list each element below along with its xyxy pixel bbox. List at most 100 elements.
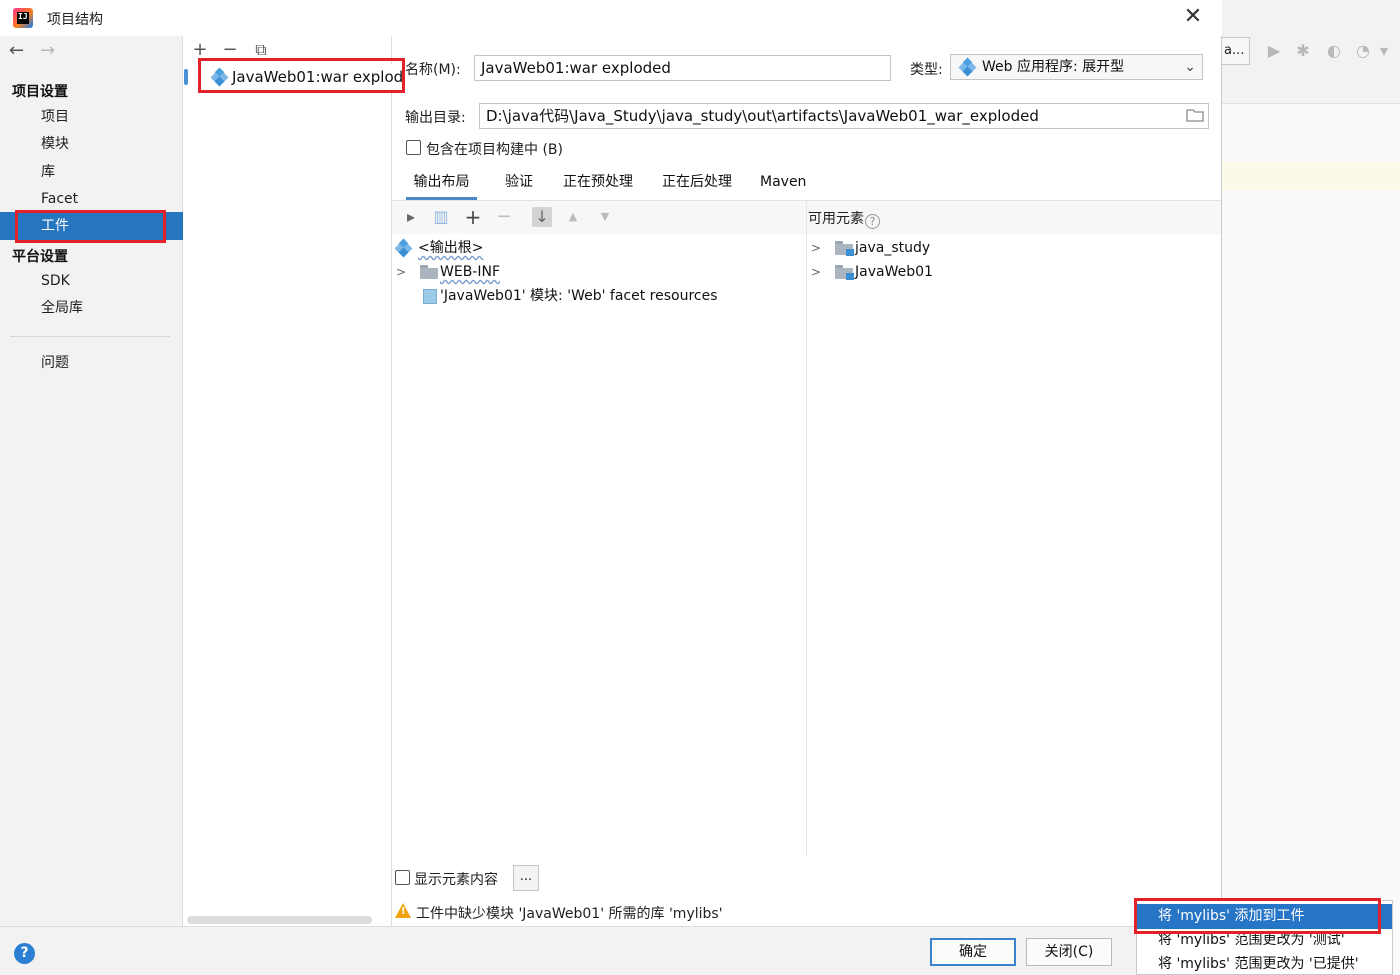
chevron-right-icon[interactable]: >	[811, 261, 821, 283]
sidebar-item-facets[interactable]: Facet	[0, 185, 183, 213]
create-archive-icon[interactable]: ▥	[431, 207, 451, 227]
module-folder-icon	[835, 241, 854, 256]
project-structure-dialog: IJ 项目结构 ✕ ← → 项目设置 项目 模块 库 Facet 工件 平台设置…	[0, 0, 1222, 975]
artifact-list-item[interactable]: JavaWeb01:war explod	[183, 64, 403, 90]
forward-arrow-icon[interactable]: →	[40, 40, 55, 61]
available-item-label: java_study	[855, 240, 931, 256]
menu-item-add-library-to-artifact[interactable]: 将 'mylibs' 添加到工件	[1137, 904, 1392, 929]
sidebar-item-sdk[interactable]: SDK	[0, 267, 183, 295]
add-copy-icon[interactable]: +	[463, 207, 483, 227]
selection-indicator	[184, 69, 188, 85]
sidebar-item-project[interactable]: 项目	[0, 103, 183, 131]
move-up-icon[interactable]: ▲	[563, 207, 583, 227]
artifact-settings-panel: 名称(M): JavaWeb01:war exploded 类型: Web 应用…	[392, 36, 1221, 926]
copy-artifact-icon[interactable]: ⧉	[251, 40, 271, 60]
create-directory-icon[interactable]: ▸	[401, 207, 421, 227]
include-in-build-checkbox[interactable]	[406, 140, 421, 155]
output-root-icon	[394, 238, 413, 258]
section-platform-settings: 平台设置	[12, 249, 68, 265]
artifact-icon	[210, 67, 229, 87]
add-artifact-icon[interactable]: +	[190, 40, 210, 60]
sidebar-divider	[10, 336, 170, 337]
output-layout-area: ▸ ▥ + − ↓ ▲ ▼ 可用元素? <输出根> > WEB-INF 'Jav…	[392, 200, 1221, 857]
sidebar-item-global-libraries[interactable]: 全局库	[0, 294, 183, 322]
background-editor-highlight-line	[1222, 162, 1400, 190]
sidebar-item-modules[interactable]: 模块	[0, 130, 183, 158]
artifact-type-select[interactable]: Web 应用程序: 展开型 ⌄	[950, 54, 1203, 80]
artifact-type-value: Web 应用程序: 展开型	[982, 59, 1125, 75]
menu-item-change-scope-test[interactable]: 将 'mylibs' 范围更改为 '测试'	[1137, 928, 1392, 953]
artifact-list-toolbar: + − ⧉	[183, 38, 392, 62]
section-project-settings: 项目设置	[12, 84, 68, 100]
sidebar-item-artifacts[interactable]: 工件	[0, 212, 183, 240]
output-root-label: <输出根>	[418, 240, 484, 256]
remove-artifact-icon[interactable]: −	[220, 40, 240, 60]
output-directory-field[interactable]: D:\java代码\Java_Study\java_study\out\arti…	[479, 103, 1209, 129]
help-icon[interactable]: ?	[865, 214, 880, 229]
output-directory-label: 输出目录:	[405, 110, 466, 126]
remove-element-icon[interactable]: −	[494, 207, 514, 227]
sidebar-item-libraries[interactable]: 库	[0, 158, 183, 186]
sidebar-item-problems[interactable]: 问题	[0, 349, 183, 377]
tab-pre-processing[interactable]: 正在预处理	[563, 170, 633, 200]
show-content-options-button[interactable]: ...	[513, 865, 539, 891]
web-facet-resources-icon	[423, 289, 437, 304]
web-artifact-icon	[958, 57, 977, 77]
available-item-label: JavaWeb01	[855, 264, 933, 280]
background-ide-window: a... ▶ ✱ ◐ ◔ ▾	[1222, 0, 1400, 975]
settings-sidebar: ← → 项目设置 项目 模块 库 Facet 工件 平台设置 SDK 全局库 问…	[0, 36, 183, 926]
artifact-list-panel: + − ⧉ JavaWeb01:war explod	[183, 36, 403, 926]
tab-maven[interactable]: Maven	[760, 170, 806, 200]
available-elements-header: 可用元素?	[807, 201, 1221, 234]
tree-item-web-inf[interactable]: > WEB-INF	[396, 261, 796, 283]
debug-icon[interactable]: ✱	[1293, 41, 1313, 61]
more-dropdown-icon[interactable]: ▾	[1374, 41, 1394, 61]
artifact-name-field[interactable]: JavaWeb01:war exploded	[474, 55, 891, 81]
ok-button[interactable]: 确定	[930, 938, 1016, 966]
output-directory-value: D:\java代码\Java_Study\java_study\out\arti…	[486, 107, 1039, 125]
horizontal-scrollbar[interactable]	[187, 916, 372, 924]
window-title: 项目结构	[47, 12, 103, 28]
menu-item-change-scope-provided[interactable]: 将 'mylibs' 范围更改为 '已提供'	[1137, 952, 1392, 975]
warning-row: ! 工件中缺少模块 'JavaWeb01' 所需的库 'mylibs'	[392, 900, 1221, 924]
available-item-java-study[interactable]: > java_study	[811, 237, 1211, 259]
profile-icon[interactable]: ◔	[1353, 41, 1373, 61]
tab-validation[interactable]: 验证	[505, 170, 533, 200]
close-button[interactable]: 关闭(C)	[1026, 938, 1112, 966]
layout-column-divider	[806, 201, 807, 857]
folder-icon	[420, 265, 438, 279]
artifact-name: JavaWeb01:war explod	[232, 68, 404, 86]
show-content-checkbox[interactable]	[395, 870, 410, 885]
show-content-label: 显示元素内容	[414, 872, 498, 888]
tab-post-processing[interactable]: 正在后处理	[662, 170, 732, 200]
help-button[interactable]: ?	[14, 943, 35, 964]
back-arrow-icon[interactable]: ←	[9, 40, 24, 61]
module-folder-icon	[835, 265, 854, 280]
facet-resources-label: 'JavaWeb01' 模块: 'Web' facet resources	[440, 288, 718, 304]
background-ide-toolbar: a... ▶ ✱ ◐ ◔ ▾	[1222, 0, 1400, 104]
background-run-config-button[interactable]: a...	[1222, 37, 1250, 65]
chevron-right-icon[interactable]: >	[396, 261, 406, 283]
available-item-javaweb01[interactable]: > JavaWeb01	[811, 261, 1211, 283]
type-label: 类型:	[910, 62, 943, 78]
available-elements-label: 可用元素?	[808, 208, 880, 229]
tree-item-output-root[interactable]: <输出根>	[394, 237, 796, 259]
tab-output-layout[interactable]: 输出布局	[406, 170, 477, 200]
dialog-footer: ? 确定 关闭(C)	[0, 926, 1222, 975]
show-content-row: 显示元素内容 ...	[392, 862, 1221, 898]
name-label: 名称(M):	[405, 62, 461, 78]
include-in-build-label: 包含在项目构建中 (B)	[426, 142, 563, 158]
tree-item-facet-resources[interactable]: 'JavaWeb01' 模块: 'Web' facet resources	[396, 285, 796, 307]
sort-elements-icon[interactable]: ↓	[532, 207, 552, 227]
browse-folder-icon[interactable]	[1186, 107, 1204, 123]
chevron-right-icon[interactable]: >	[811, 237, 821, 259]
quick-fix-popup-menu: 将 'mylibs' 添加到工件 将 'mylibs' 范围更改为 '测试' 将…	[1136, 900, 1393, 975]
intellij-app-icon: IJ	[13, 8, 33, 28]
coverage-icon[interactable]: ◐	[1324, 41, 1344, 61]
run-icon[interactable]: ▶	[1264, 41, 1284, 61]
close-icon[interactable]: ✕	[1178, 4, 1208, 32]
move-down-icon[interactable]: ▼	[595, 207, 615, 227]
web-inf-label: WEB-INF	[440, 264, 500, 280]
missing-library-warning[interactable]: 工件中缺少模块 'JavaWeb01' 所需的库 'mylibs'	[416, 903, 723, 923]
output-layout-toolbar: ▸ ▥ + − ↓ ▲ ▼	[392, 201, 806, 234]
